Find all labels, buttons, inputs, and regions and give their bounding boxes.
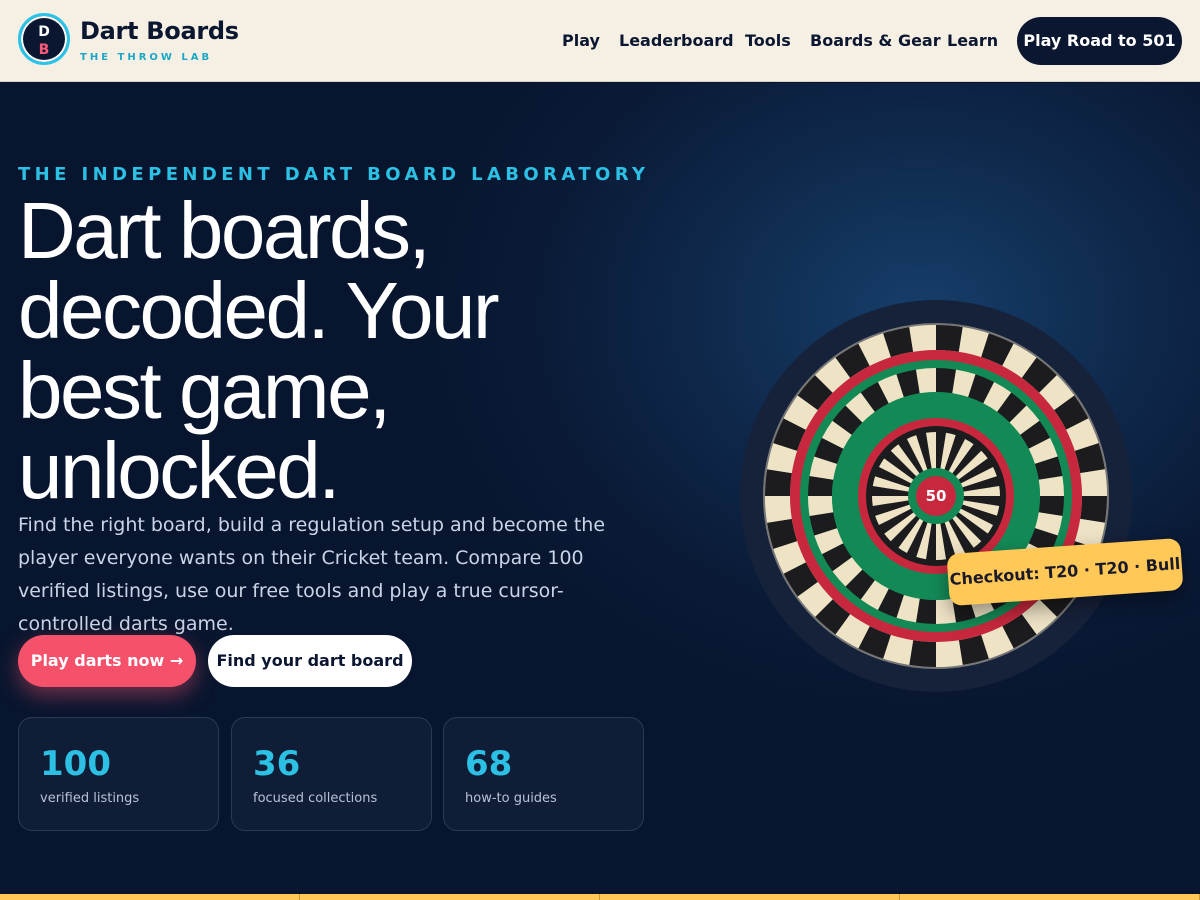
headline-line-4: unlocked. [18,426,340,515]
play-darts-now-button[interactable]: Play darts now → [18,635,196,687]
hero-section: THE INDEPENDENT DART BOARD LABORATORY Da… [0,83,1200,900]
logo-letter-top: D [38,24,50,40]
strip-segment [0,894,300,900]
bottom-accent-strip [0,894,1200,900]
stat-label: verified listings [40,791,140,806]
site-header: D B Dart Boards THE THROW LAB Play Leade… [0,0,1200,82]
headline-line-1: Dart boards, [18,186,431,275]
brand-name[interactable]: Dart Boards [80,16,239,46]
nav-learn[interactable]: Learn [947,30,998,52]
outer-number-segment [765,496,792,523]
outer-number-segment [936,640,963,667]
dartboard-icon: 50 [740,300,1132,692]
hero-eyebrow: THE INDEPENDENT DART BOARD LABORATORY [18,164,650,185]
outer-number-segment [909,640,936,667]
stat-label: how-to guides [465,791,557,806]
strip-segment [900,894,1200,900]
logo-badge[interactable]: D B [18,13,70,65]
strip-segment [300,894,600,900]
stat-value: 100 [40,744,111,784]
bullseye-label: 50 [926,487,947,505]
outer-number-segment [765,469,792,496]
nav-leaderboard[interactable]: Leaderboard [619,30,734,52]
outer-number-segment [936,325,963,352]
outer-number-segment [1080,469,1107,496]
outer-number-segment [1080,496,1107,523]
stat-value: 68 [465,744,513,784]
nav-tools[interactable]: Tools [745,30,791,52]
stat-card-listings: 100 verified listings [18,717,219,831]
outer-number-segment [909,325,936,352]
stat-card-guides: 68 how-to guides [443,717,644,831]
logo-letter-bottom: B [38,42,50,58]
headline-line-2: decoded. Your [18,266,500,355]
brand-tagline: THE THROW LAB [80,52,213,63]
nav-boards-gear[interactable]: Boards & Gear [810,30,941,52]
play-road-to-501-button[interactable]: Play Road to 501 [1017,17,1182,65]
strip-segment [600,894,900,900]
hero-subtext: Find the right board, build a regulation… [18,514,606,635]
stat-value: 36 [253,744,301,784]
find-dart-board-button[interactable]: Find your dart board [208,635,412,687]
dartboard-illustration: 50 [740,300,1132,692]
hero-headline: Dart boards, decoded. Your best game, un… [18,191,658,511]
nav-play[interactable]: Play [562,30,600,52]
stat-card-collections: 36 focused collections [231,717,432,831]
stat-label: focused collections [253,791,378,806]
headline-line-3: best game, [18,346,391,435]
